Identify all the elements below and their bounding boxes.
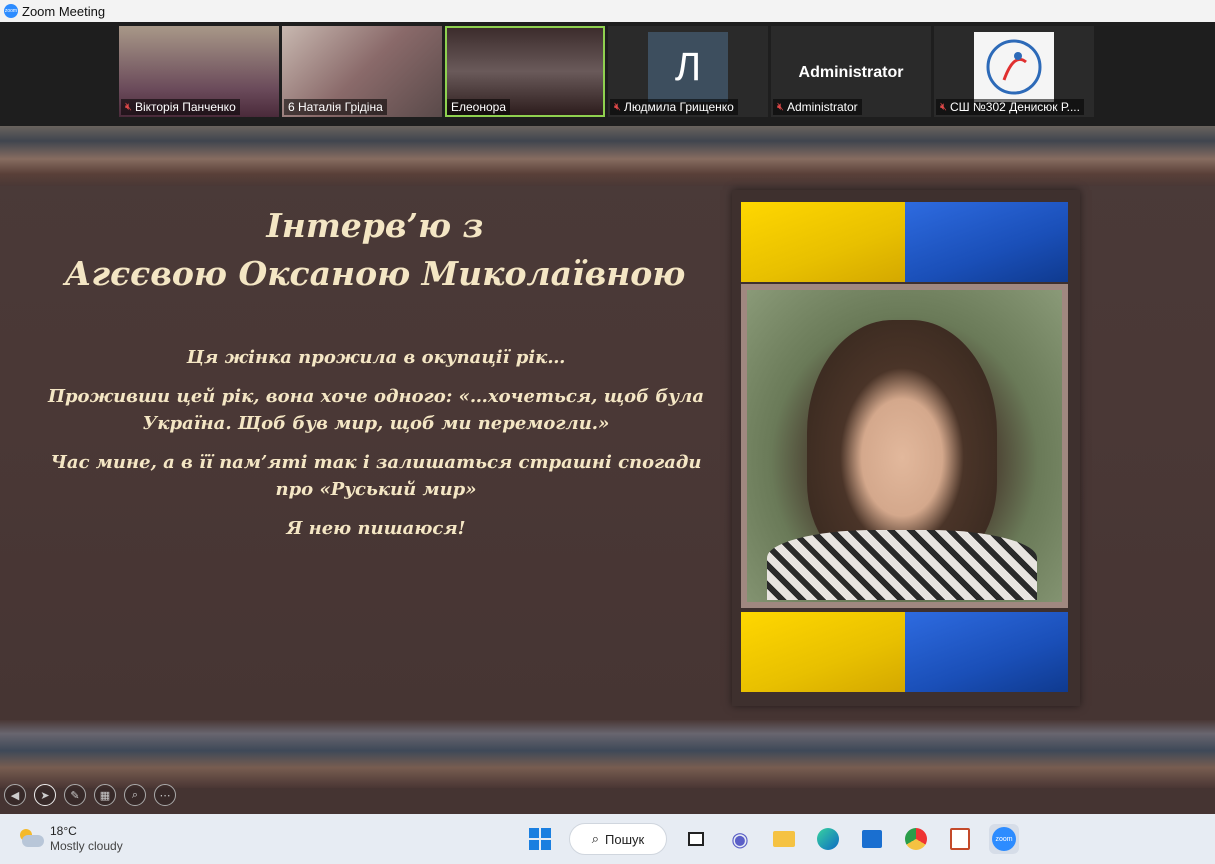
shared-slide: Інтерв’ю з Агєєвою Оксаною Миколаївною Ц… xyxy=(0,126,1215,814)
participant-name-label: 6 Наталія Грідіна xyxy=(284,99,387,115)
participant-tile[interactable]: 6 Наталія Грідіна xyxy=(282,26,442,117)
more-icon[interactable]: ⋯ xyxy=(154,784,176,806)
muted-mic-icon: 🔇︎ xyxy=(125,101,132,113)
edge-browser-icon[interactable] xyxy=(813,824,843,854)
slide-paragraph: Я нею пишаюся! xyxy=(286,518,466,539)
slide-paragraph: Час мине, а в її пам’яті так і залишатьс… xyxy=(50,452,702,500)
participant-strip: 🔇︎ Вікторія Панченко 6 Наталія Грідіна Ел… xyxy=(0,22,1215,126)
muted-mic-icon: 🔇︎ xyxy=(614,101,621,113)
slide-paragraph: Ця жінка прожила в окупації рік… xyxy=(186,347,566,368)
weather-cloudy-icon xyxy=(18,829,44,849)
taskbar-search[interactable]: ⌕ Пошук xyxy=(569,823,667,855)
muted-mic-icon: 🔇︎ xyxy=(777,101,784,113)
participant-name-label: Елеонора xyxy=(447,99,511,115)
taskbar-apps: ⌕ Пошук ◉ zoom xyxy=(525,823,1019,855)
pointer-icon[interactable]: ➤ xyxy=(34,784,56,806)
slide-title: Інтерв’ю з Агєєвою Оксаною Миколаївною xyxy=(64,206,686,293)
chrome-browser-icon[interactable] xyxy=(901,824,931,854)
portrait-photo xyxy=(741,284,1068,608)
participant-tile[interactable]: Л 🔇︎ Людмила Грищенко xyxy=(608,26,768,117)
weather-temperature: 18°C xyxy=(50,824,77,838)
participant-tile[interactable]: Administrator 🔇︎ Administrator xyxy=(771,26,931,117)
file-explorer-icon[interactable] xyxy=(769,824,799,854)
participant-name-label: 🔇︎ Вікторія Панченко xyxy=(121,99,240,115)
photo-frame xyxy=(732,190,1080,706)
windows-icon xyxy=(529,828,551,850)
search-icon: ⌕ xyxy=(591,831,600,846)
slides-icon[interactable]: ▦ xyxy=(94,784,116,806)
zoom-app-icon: zoom xyxy=(4,4,18,18)
powerpoint-icon[interactable] xyxy=(945,824,975,854)
avatar: Л xyxy=(648,32,728,102)
school-logo-avatar xyxy=(974,32,1054,102)
weather-condition: Mostly cloudy xyxy=(50,839,123,853)
muted-mic-icon: 🔇︎ xyxy=(940,101,947,113)
ukraine-flag-top xyxy=(741,202,1068,282)
start-button[interactable] xyxy=(525,824,555,854)
zoom-taskbar-icon[interactable]: zoom xyxy=(989,824,1019,854)
taskbar: 18°C Mostly cloudy ⌕ Пошук ◉ zoom xyxy=(0,814,1215,864)
slide-controls: ◀ ➤ ✎ ▦ ⌕ ⋯ xyxy=(4,784,176,806)
participant-display-name: Administrator xyxy=(798,64,904,81)
participant-tile[interactable]: 🔇︎ СШ №302 Денисюк Р.... xyxy=(934,26,1094,117)
participant-name-label: 🔇︎ Administrator xyxy=(773,99,862,115)
participant-tile[interactable]: 🔇︎ Вікторія Панченко xyxy=(119,26,279,117)
participant-tile-active[interactable]: Елеонора xyxy=(445,26,605,117)
participant-name-label: 🔇︎ Людмила Грищенко xyxy=(610,99,738,115)
pen-icon[interactable]: ✎ xyxy=(64,784,86,806)
microsoft-store-icon[interactable] xyxy=(857,824,887,854)
prev-icon[interactable]: ◀ xyxy=(4,784,26,806)
window-title: Zoom Meeting xyxy=(22,3,106,19)
decorative-band-bottom xyxy=(0,720,1215,788)
ukraine-flag-bottom xyxy=(741,612,1068,692)
participant-name-label: 🔇︎ СШ №302 Денисюк Р.... xyxy=(936,99,1084,115)
zoom-icon[interactable]: ⌕ xyxy=(124,784,146,806)
school-logo-icon xyxy=(986,39,1042,95)
slide-paragraph: Проживши цей рік, вона хоче одного: «…хо… xyxy=(47,386,705,434)
task-view-icon[interactable] xyxy=(681,824,711,854)
weather-widget[interactable]: 18°C Mostly cloudy xyxy=(18,824,123,854)
slide-body: Ця жінка прожила в окупації рік… Проживш… xyxy=(20,344,732,554)
window-titlebar: zoom Zoom Meeting xyxy=(0,0,1215,22)
teams-chat-icon[interactable]: ◉ xyxy=(725,824,755,854)
decorative-band-top xyxy=(0,126,1215,186)
